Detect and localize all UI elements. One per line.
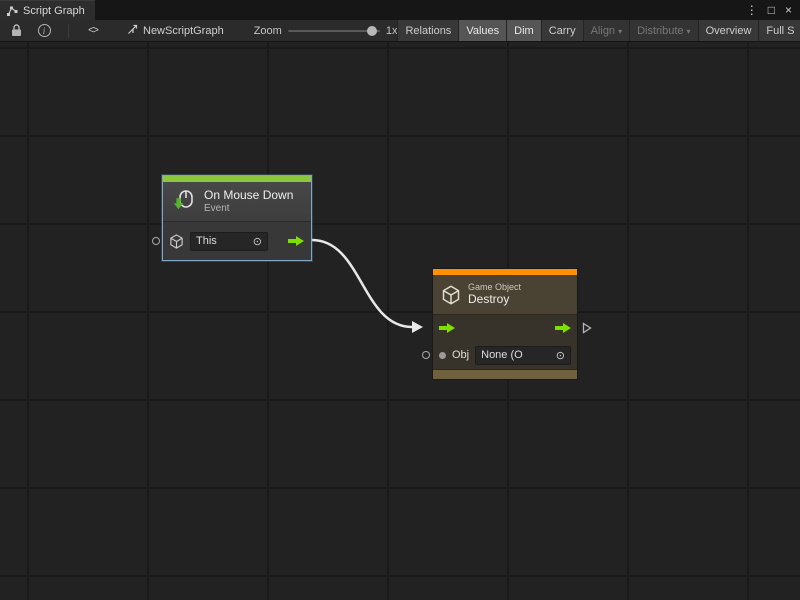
toolbar-toggle-group: Relations Values Dim Carry Align ▾ Distr…: [397, 20, 800, 42]
this-target-dropdown[interactable]: This ⊙: [190, 232, 268, 251]
close-icon[interactable]: ×: [785, 4, 792, 16]
distribute-button[interactable]: Distribute ▾: [629, 20, 697, 42]
chevron-down-icon: ▾: [687, 27, 691, 36]
overview-button[interactable]: Overview: [698, 20, 759, 42]
maximize-icon[interactable]: □: [768, 4, 775, 16]
graph-toolbar: i <> NewScriptGraph Zoom 1x Relations Va…: [0, 20, 800, 42]
lock-icon[interactable]: [8, 23, 24, 39]
tab-script-graph[interactable]: Script Graph: [0, 0, 95, 20]
gameobject-cube-icon: [169, 234, 184, 249]
flow-output-port[interactable]: [554, 322, 572, 334]
edit-code-icon[interactable]: <>: [85, 23, 101, 39]
zoom-control: Zoom 1x: [254, 25, 398, 37]
node-title: Destroy: [468, 293, 521, 307]
chevron-down-icon: ▾: [618, 27, 622, 36]
tab-title: Script Graph: [23, 5, 85, 17]
target-icon: ⊙: [253, 235, 262, 248]
toolbar-left-group: i <>: [8, 23, 101, 39]
node-destroy[interactable]: Game Object Destroy: [432, 268, 578, 380]
toolbar-divider: [68, 24, 69, 38]
script-graph-window: Script Graph ⋮ □ × i <>: [0, 0, 800, 600]
zoom-label: Zoom: [254, 25, 282, 37]
info-icon[interactable]: i: [36, 23, 52, 39]
node-port-row: This ⊙: [163, 222, 311, 260]
fullscreen-button[interactable]: Full S: [758, 20, 800, 42]
node-subtitle: Event: [204, 203, 293, 215]
menu-icon[interactable]: ⋮: [746, 4, 758, 16]
obj-port-row: Obj None (O ⊙: [433, 341, 577, 369]
align-button[interactable]: Align ▾: [583, 20, 629, 42]
obj-object-field[interactable]: None (O ⊙: [475, 346, 571, 365]
unconnected-flow-triangle[interactable]: [582, 322, 592, 334]
flow-output-port[interactable]: [287, 235, 305, 247]
node-header: On Mouse Down Event: [163, 182, 311, 222]
values-button[interactable]: Values: [458, 20, 506, 42]
obj-label: Obj: [452, 349, 469, 361]
target-input-port[interactable]: [152, 237, 160, 245]
relations-button[interactable]: Relations: [397, 20, 458, 42]
target-icon: ⊙: [556, 349, 565, 362]
script-graph-icon: [6, 5, 18, 17]
node-on-mouse-down[interactable]: On Mouse Down Event This ⊙: [162, 175, 312, 261]
zoom-slider-handle[interactable]: [367, 26, 377, 36]
flow-connection-wire: [0, 42, 800, 600]
flow-port-row: [433, 315, 577, 341]
node-header: Game Object Destroy: [433, 275, 577, 315]
carry-button[interactable]: Carry: [541, 20, 583, 42]
graph-asset-breadcrumb[interactable]: NewScriptGraph: [127, 24, 224, 38]
value-port-dot: [439, 352, 446, 359]
node-footer-bar: [433, 369, 577, 379]
zoom-slider[interactable]: [288, 30, 380, 32]
window-controls: ⋮ □ ×: [746, 0, 800, 20]
mouse-down-icon: [171, 189, 197, 215]
flow-input-port[interactable]: [438, 322, 456, 334]
tab-bar: Script Graph ⋮ □ ×: [0, 0, 800, 20]
dim-button[interactable]: Dim: [506, 20, 541, 42]
graph-asset-icon: [127, 24, 138, 38]
obj-input-port[interactable]: [422, 351, 430, 359]
graph-asset-name: NewScriptGraph: [143, 25, 224, 37]
gameobject-cube-icon: [441, 285, 461, 305]
zoom-value: 1x: [386, 25, 398, 37]
node-title: On Mouse Down: [204, 189, 293, 203]
graph-canvas[interactable]: On Mouse Down Event This ⊙: [0, 42, 800, 600]
